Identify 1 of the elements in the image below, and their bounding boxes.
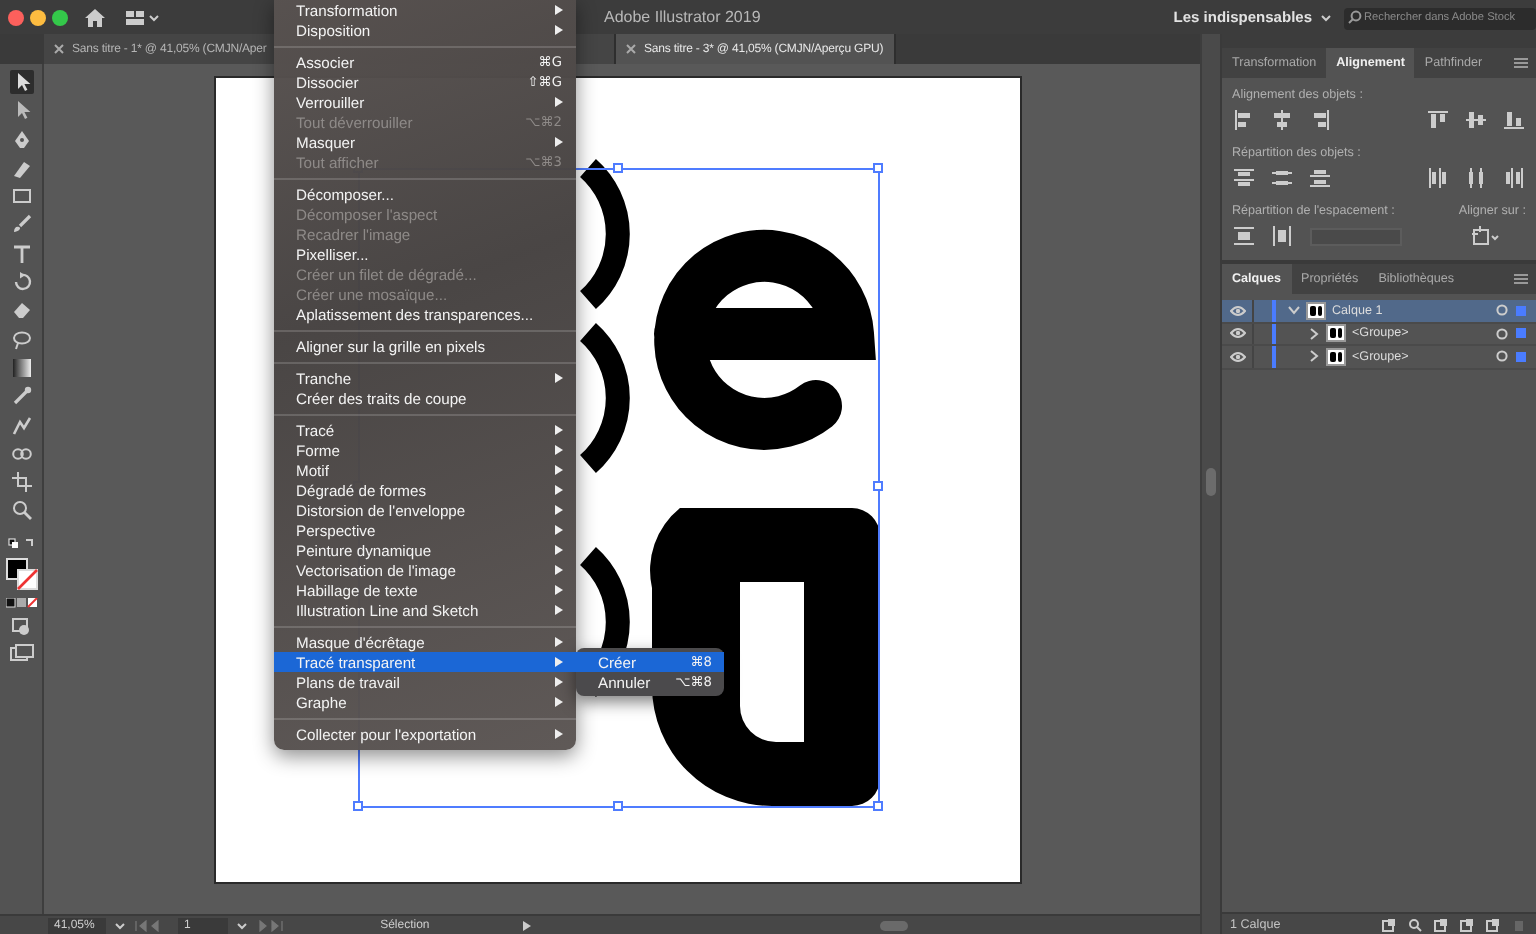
window-title: Adobe Illustrator 2019 [604, 8, 761, 26]
